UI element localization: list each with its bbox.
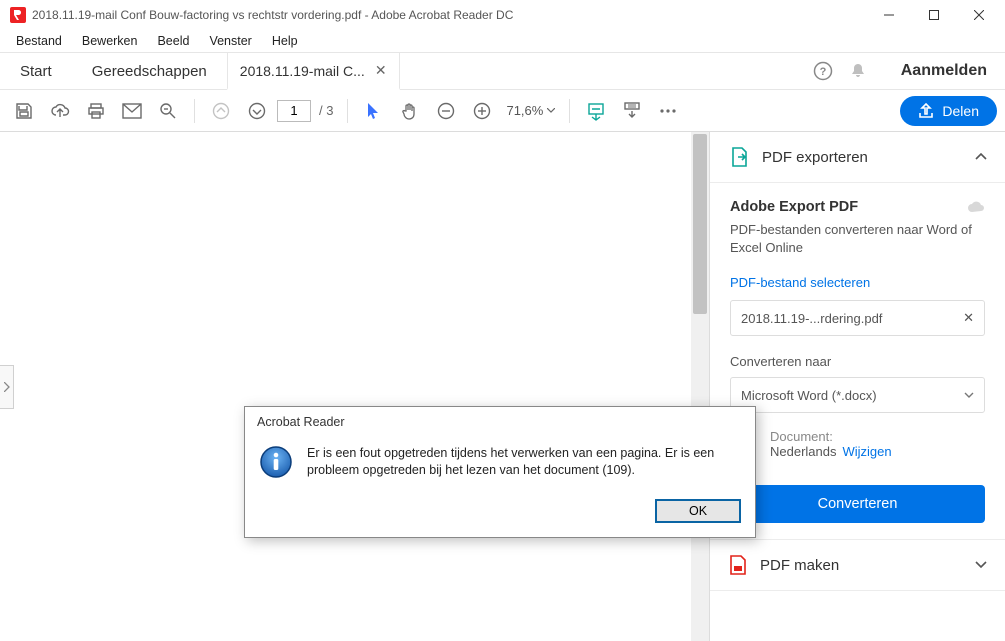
- clear-file-icon[interactable]: ✕: [963, 310, 974, 326]
- convert-to-select[interactable]: Microsoft Word (*.docx): [730, 377, 985, 413]
- pointer-icon[interactable]: [358, 95, 390, 127]
- select-file-link[interactable]: PDF-bestand selecteren: [730, 275, 985, 290]
- file-chip[interactable]: 2018.11.19-...rdering.pdf ✕: [730, 300, 985, 336]
- tab-document[interactable]: 2018.11.19-mail C... ✕: [227, 53, 400, 90]
- page-input[interactable]: [277, 100, 311, 122]
- error-dialog: Acrobat Reader Er is een fout opgetreden…: [244, 406, 756, 538]
- convert-to-value: Microsoft Word (*.docx): [741, 388, 877, 403]
- tab-start[interactable]: Start: [0, 53, 72, 89]
- doclang-label: Document:: [770, 429, 833, 444]
- share-button[interactable]: Delen: [900, 96, 997, 126]
- vertical-scrollbar[interactable]: [691, 132, 709, 641]
- toolbar: / 3 71,6% Delen: [0, 90, 1005, 132]
- dialog-title: Acrobat Reader: [245, 407, 755, 435]
- app-icon: [10, 7, 26, 23]
- zoom-in-icon[interactable]: [466, 95, 498, 127]
- right-panel: PDF exporteren Adobe Export PDF PDF-best…: [710, 132, 1005, 641]
- titlebar: 2018.11.19-mail Conf Bouw-factoring vs r…: [0, 0, 1005, 30]
- save-icon[interactable]: [8, 95, 40, 127]
- tab-row: Start Gereedschappen 2018.11.19-mail C..…: [0, 52, 1005, 90]
- tab-close-icon[interactable]: ✕: [375, 62, 387, 79]
- print-icon[interactable]: [80, 95, 112, 127]
- scrollbar-thumb[interactable]: [693, 134, 707, 314]
- export-title: PDF exporteren: [762, 149, 963, 166]
- help-icon[interactable]: ?: [813, 61, 833, 81]
- window-title: 2018.11.19-mail Conf Bouw-factoring vs r…: [32, 8, 866, 22]
- section-make-header[interactable]: PDF maken: [710, 540, 1005, 591]
- share-label: Delen: [942, 103, 979, 119]
- doclang-value: Nederlands: [770, 444, 837, 459]
- chevron-down-icon: [975, 561, 987, 569]
- page-up-icon[interactable]: [205, 95, 237, 127]
- chevron-up-icon: [975, 153, 987, 161]
- document-page[interactable]: [0, 132, 691, 641]
- convert-button[interactable]: Converteren: [730, 485, 985, 523]
- page-display-icon[interactable]: [616, 95, 648, 127]
- page-down-icon[interactable]: [241, 95, 273, 127]
- doclang-change-link[interactable]: Wijzigen: [843, 444, 892, 459]
- menu-help[interactable]: Help: [262, 32, 308, 50]
- mail-icon[interactable]: [116, 95, 148, 127]
- zoom-out-icon[interactable]: [430, 95, 462, 127]
- fit-width-icon[interactable]: [580, 95, 612, 127]
- chevron-down-icon: [964, 392, 974, 398]
- page-total: / 3: [319, 103, 333, 118]
- tab-tools[interactable]: Gereedschappen: [72, 53, 227, 89]
- close-button[interactable]: [956, 0, 1001, 30]
- zoom-value-label: 71,6%: [506, 103, 543, 118]
- dialog-message: Er is een fout opgetreden tijdens het ve…: [307, 445, 741, 479]
- tab-document-label: 2018.11.19-mail C...: [240, 63, 365, 79]
- search-icon[interactable]: [152, 95, 184, 127]
- main: PDF exporteren Adobe Export PDF PDF-best…: [0, 132, 1005, 641]
- menu-window[interactable]: Venster: [199, 32, 261, 50]
- make-pdf-icon: [728, 554, 748, 576]
- adobe-export-title: Adobe Export PDF: [730, 199, 985, 215]
- menu-view[interactable]: Beeld: [147, 32, 199, 50]
- info-icon: [259, 445, 293, 479]
- adobe-export-desc: PDF-bestanden converteren naar Word of E…: [730, 221, 985, 257]
- menu-file[interactable]: Bestand: [6, 32, 72, 50]
- left-panel-handle[interactable]: [0, 365, 14, 409]
- menu-edit[interactable]: Bewerken: [72, 32, 148, 50]
- signin-button[interactable]: Aanmelden: [883, 53, 1005, 89]
- document-area: [0, 132, 710, 641]
- make-title: PDF maken: [760, 557, 963, 574]
- menubar: Bestand Bewerken Beeld Venster Help: [0, 30, 1005, 52]
- more-icon[interactable]: [652, 95, 684, 127]
- svg-text:?: ?: [819, 66, 826, 78]
- adobe-export-title-label: Adobe Export PDF: [730, 199, 858, 215]
- export-pdf-icon: [728, 146, 750, 168]
- section-export-header[interactable]: PDF exporteren: [710, 132, 1005, 183]
- convert-to-label: Converteren naar: [730, 354, 985, 369]
- cloud-upload-icon[interactable]: [44, 95, 76, 127]
- bell-icon[interactable]: [849, 62, 867, 80]
- file-chip-label: 2018.11.19-...rdering.pdf: [741, 311, 882, 326]
- document-language: Document: Nederlands Wijzigen: [730, 429, 985, 459]
- hand-icon[interactable]: [394, 95, 426, 127]
- zoom-value[interactable]: 71,6%: [502, 103, 559, 118]
- window-controls: [866, 0, 1001, 30]
- dialog-ok-button[interactable]: OK: [655, 499, 741, 523]
- maximize-button[interactable]: [911, 0, 956, 30]
- minimize-button[interactable]: [866, 0, 911, 30]
- cloud-icon: [967, 200, 985, 214]
